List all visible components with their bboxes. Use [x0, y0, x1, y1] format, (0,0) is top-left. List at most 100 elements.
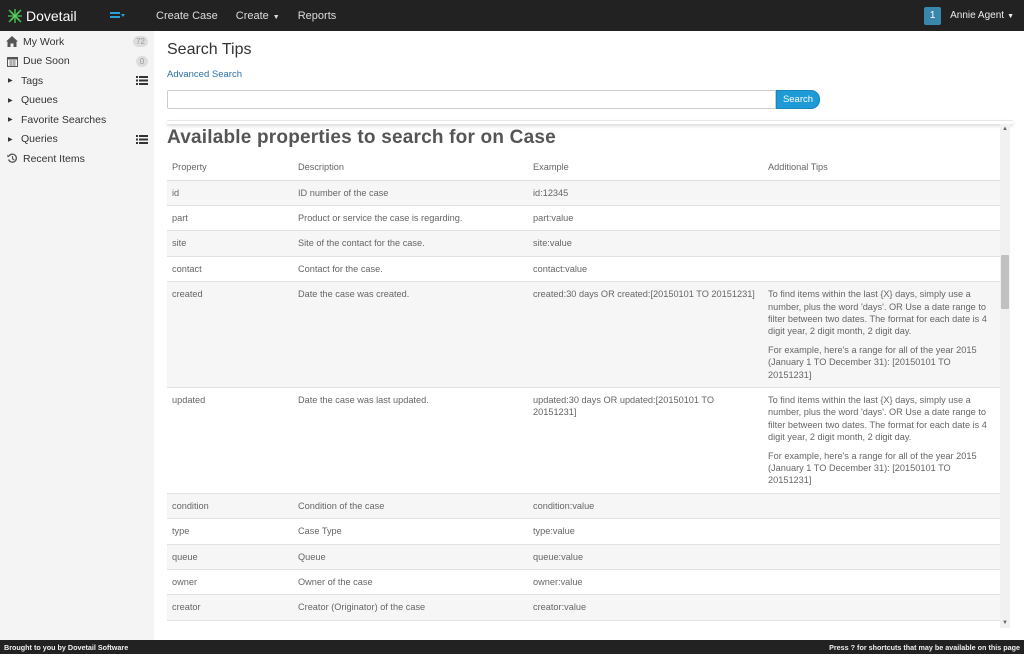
sidebar-toggle-icon[interactable]: [110, 10, 126, 22]
example-cell: creator:value: [528, 594, 763, 621]
description-cell: Condition of the case: [293, 493, 528, 520]
tips-cell: [763, 180, 1000, 206]
property-cell: updated: [167, 387, 293, 494]
scrollbar-thumb[interactable]: [1001, 255, 1009, 309]
sidebar-item-favorite-searches[interactable]: ▶ Favorite Searches: [0, 110, 154, 130]
sidebar-item-label: Queues: [21, 94, 58, 107]
tips-cell: [763, 569, 1000, 596]
calendar-icon: [6, 55, 18, 67]
user-menu[interactable]: Annie Agent ▼: [950, 10, 1014, 21]
sidebar-item-label: Favorite Searches: [21, 113, 107, 126]
table-row: site Site of the contact for the case. s…: [167, 230, 1000, 257]
sidebar: My Work 72 Due Soon 0 ▶ Tags ▶ Queues ▶ …: [0, 31, 154, 640]
header-divider: [167, 120, 1013, 124]
description-cell: Queue: [293, 544, 528, 571]
tips-cell: [763, 256, 1000, 283]
tip-text: To find items within the last {X} days, …: [768, 394, 987, 443]
description-cell: Site of the contact for the case.: [293, 230, 528, 257]
sidebar-item-due-soon[interactable]: Due Soon 0: [0, 52, 154, 72]
table-header-row: Property Description Example Additional …: [167, 154, 1000, 181]
nav-create-label: Create: [235, 9, 269, 22]
property-cell: creator: [167, 594, 293, 621]
scroll-down-arrow-icon[interactable]: ▼: [1002, 620, 1008, 626]
caret-right-icon: ▶: [8, 117, 13, 124]
sidebar-item-queries[interactable]: ▶ Queries: [0, 130, 154, 150]
table-row: condition Condition of the case conditio…: [167, 493, 1000, 520]
caret-right-icon: ▶: [8, 136, 13, 143]
sidebar-item-queues[interactable]: ▶ Queues: [0, 91, 154, 111]
top-navbar: Dovetail Create Case Create ▼ Reports 1 A…: [0, 0, 1024, 31]
property-cell: owner: [167, 569, 293, 596]
description-cell: Product or service the case is regarding…: [293, 205, 528, 232]
properties-table: Property Description Example Additional …: [167, 154, 1000, 621]
property-cell: type: [167, 518, 293, 545]
nav-create-case[interactable]: Create Case: [156, 10, 218, 22]
caret-down-icon: ▼: [1007, 13, 1014, 20]
search-bar: Search: [167, 90, 820, 109]
column-header: Example: [528, 154, 763, 181]
description-cell: Creator (Originator) of the case: [293, 594, 528, 621]
sidebar-item-recent-items[interactable]: Recent Items: [0, 149, 154, 169]
tips-cell: [763, 493, 1000, 520]
scroll-up-arrow-icon[interactable]: ▲: [1002, 126, 1008, 132]
footer-credit: Brought to you by Dovetail Software: [4, 642, 129, 652]
tips-cell: To find items within the last {X} days, …: [763, 281, 1000, 388]
sidebar-item-label: Recent Items: [23, 152, 85, 165]
tip-text: To find items within the last {X} days, …: [768, 289, 987, 337]
example-cell: owner:value: [528, 569, 763, 596]
properties-panel[interactable]: Available properties to search for on Ca…: [167, 125, 1013, 628]
notification-badge[interactable]: 1: [924, 6, 942, 25]
page-title: Search Tips: [167, 41, 252, 58]
nav-reports[interactable]: Reports: [298, 10, 337, 22]
tips-cell: [763, 205, 1000, 232]
example-cell: site:value: [528, 230, 763, 257]
home-icon: [6, 36, 18, 48]
property-cell: condition: [167, 493, 293, 520]
description-cell: Case Type: [293, 518, 528, 545]
nav-reports-label: Reports: [297, 9, 337, 22]
scrollbar[interactable]: ▲ ▼: [1000, 124, 1010, 628]
nav-create-dropdown[interactable]: Create ▼: [236, 10, 280, 22]
example-cell: contact:value: [528, 256, 763, 283]
table-row: queue Queue queue:value: [167, 544, 1000, 571]
column-header: Additional Tips: [763, 154, 1000, 181]
example-cell: queue:value: [528, 544, 763, 571]
tips-cell: [763, 518, 1000, 545]
table-row: contact Contact for the case. contact:va…: [167, 256, 1000, 283]
footer: Brought to you by Dovetail Software Pres…: [0, 640, 1024, 654]
properties-title: Available properties to search for on Ca…: [167, 127, 556, 148]
search-input[interactable]: [167, 90, 776, 109]
dovetail-logo-icon: [8, 8, 22, 23]
description-cell: Owner of the case: [293, 569, 528, 596]
tips-cell: To find items within the last {X} days, …: [763, 387, 1000, 494]
example-cell: condition:value: [528, 493, 763, 520]
tip-text: For example, here's a range for all of t…: [768, 344, 977, 380]
advanced-search-link[interactable]: Advanced Search: [167, 69, 242, 80]
table-row: type Case Type type:value: [167, 518, 1000, 545]
brand-link[interactable]: Dovetail: [8, 8, 104, 24]
nav-right: 1 Annie Agent ▼: [924, 0, 1014, 31]
property-cell: id: [167, 180, 293, 206]
column-header: Property: [167, 154, 293, 181]
column-header: Description: [293, 154, 528, 181]
list-icon[interactable]: [136, 134, 148, 145]
example-cell: updated:30 days OR updated:[20150101 TO …: [528, 387, 763, 494]
property-cell: queue: [167, 544, 293, 571]
example-cell: type:value: [528, 518, 763, 545]
table-row: created Date the case was created. creat…: [167, 281, 1000, 388]
description-cell: Date the case was last updated.: [293, 387, 528, 494]
property-cell: site: [167, 230, 293, 257]
history-icon: [6, 153, 18, 165]
example-cell: id:12345: [528, 180, 763, 206]
sidebar-item-my-work[interactable]: My Work 72: [0, 32, 154, 52]
caret-right-icon: ▶: [8, 97, 13, 104]
caret-down-icon: ▼: [272, 13, 280, 21]
sidebar-item-label: My Work: [23, 35, 65, 48]
property-cell: part: [167, 205, 293, 232]
table-row: id ID number of the case id:12345: [167, 180, 1000, 206]
sidebar-item-tags[interactable]: ▶ Tags: [0, 71, 154, 91]
list-icon[interactable]: [136, 75, 148, 86]
search-button[interactable]: Search: [776, 90, 820, 109]
caret-right-icon: ▶: [8, 78, 13, 85]
sidebar-item-label: Tags: [21, 74, 44, 87]
